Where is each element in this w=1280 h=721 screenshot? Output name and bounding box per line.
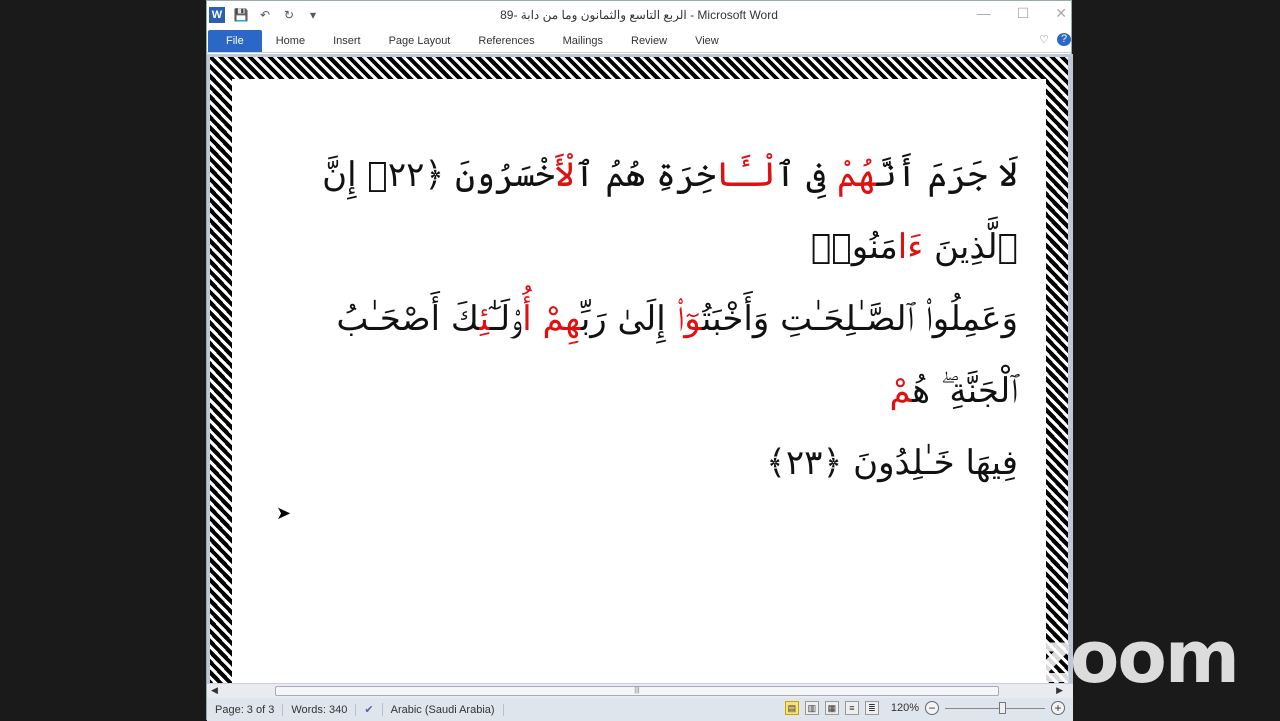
zoom-level[interactable]: 120% [891,702,919,714]
text-line: لَا جَرَمَ أَنَّهُمْ فِى ٱلْـَٔاخِرَةِ ه… [260,139,1018,283]
horizontal-scrollbar[interactable]: ◀ ||| ▶ [207,683,1073,698]
tab-mailings[interactable]: Mailings [549,35,617,47]
highlighted-text: هُمْ [837,155,877,195]
title-bar: W 💾 ↶ ↻ ▾ الربع التاسع والثمانون وما من … [207,1,1071,29]
tab-references[interactable]: References [464,35,548,47]
text-segment: وَعَمِلُوا۟ ٱلصَّـٰلِحَـٰتِ وَأَخْبَتُ [701,299,1018,339]
text-segment: مَنُوا۟ [810,227,898,267]
help-icon[interactable]: ? [1057,33,1071,46]
print-layout-view-icon[interactable]: ▤ [784,701,799,715]
text-segment: خِرَةِ هُمُ ٱ [574,155,716,195]
tab-file[interactable]: File [208,29,262,52]
web-layout-icon[interactable]: ▦ [824,701,839,715]
zoom-slider-knob[interactable] [999,701,1006,714]
mouse-cursor-icon: ➤ [276,503,292,523]
highlighted-text: ءَا [897,227,924,267]
zoom-watermark-logo: zoom [1030,615,1240,699]
highlighted-text: هِمْ أُ [522,299,581,339]
scroll-left-icon[interactable]: ◀ [211,685,218,696]
zoom-in-button[interactable]: + [1051,701,1065,715]
text-segment: و۟لَـٰٓ [489,299,523,339]
text-line: وَعَمِلُوا۟ ٱلصَّـٰلِحَـٰتِ وَأَخْبَتُوٓ… [260,283,1018,427]
page-count[interactable]: Page: 3 of 3 [207,703,284,716]
document-text[interactable]: لَا جَرَمَ أَنَّهُمْ فِى ٱلْـَٔاخِرَةِ ه… [260,139,1018,499]
highlighted-text: لْأَ [554,155,575,195]
outline-view-icon[interactable]: ≡ [844,701,859,715]
language[interactable]: Arabic (Saudi Arabia) [383,703,504,716]
tab-home[interactable]: Home [262,35,319,47]
text-segment: لَا جَرَمَ أَنَّ [876,155,1018,195]
text-segment: فِيهَا خَـٰلِدُونَ ﴿٢٣﴾ [765,443,1018,483]
text-segment: إِلَىٰ رَبِّ [580,299,677,339]
highlighted-text: ئِ [479,299,490,339]
proofing-icon[interactable]: ✔ [356,703,383,716]
draft-view-icon[interactable]: ≣ [864,701,879,715]
minimize-ribbon-icon[interactable]: ♡ [1039,33,1049,46]
status-bar: Page: 3 of 3 Words: 340 ✔ Arabic (Saudi … [207,698,1073,721]
highlighted-text: وٓا۟ [676,299,702,339]
maximize-button[interactable]: ☐ [1017,5,1030,22]
minimize-button[interactable]: — [977,5,991,22]
ribbon-tabs: File Home Insert Page Layout References … [207,29,1071,53]
window-title: الربع التاسع والثمانون وما من دابة -89 -… [500,8,778,22]
document-area: لَا جَرَمَ أَنَّهُمْ فِى ٱلْـَٔاخِرَةِ ه… [207,54,1073,683]
full-screen-reading-icon[interactable]: ▥ [804,701,819,715]
word-window: W 💾 ↶ ↻ ▾ الربع التاسع والثمانون وما من … [206,0,1073,721]
text-line: فِيهَا خَـٰلِدُونَ ﴿٢٣﴾ [260,427,1018,499]
tab-view[interactable]: View [681,35,733,47]
zoom-slider[interactable] [945,701,1045,714]
highlighted-text: مْ [889,371,913,411]
scroll-thumb[interactable]: ||| [275,686,999,696]
highlighted-text: لْـَٔا [715,155,776,195]
close-button[interactable]: ✕ [1055,5,1067,22]
text-segment: فِى ٱ [775,155,837,195]
document-page[interactable]: لَا جَرَمَ أَنَّهُمْ فِى ٱلْـَٔاخِرَةِ ه… [210,57,1068,683]
tab-page-layout[interactable]: Page Layout [375,35,465,47]
tab-insert[interactable]: Insert [319,35,375,47]
tab-review[interactable]: Review [617,35,681,47]
zoom-out-button[interactable]: − [925,701,939,715]
word-count[interactable]: Words: 340 [283,703,357,716]
